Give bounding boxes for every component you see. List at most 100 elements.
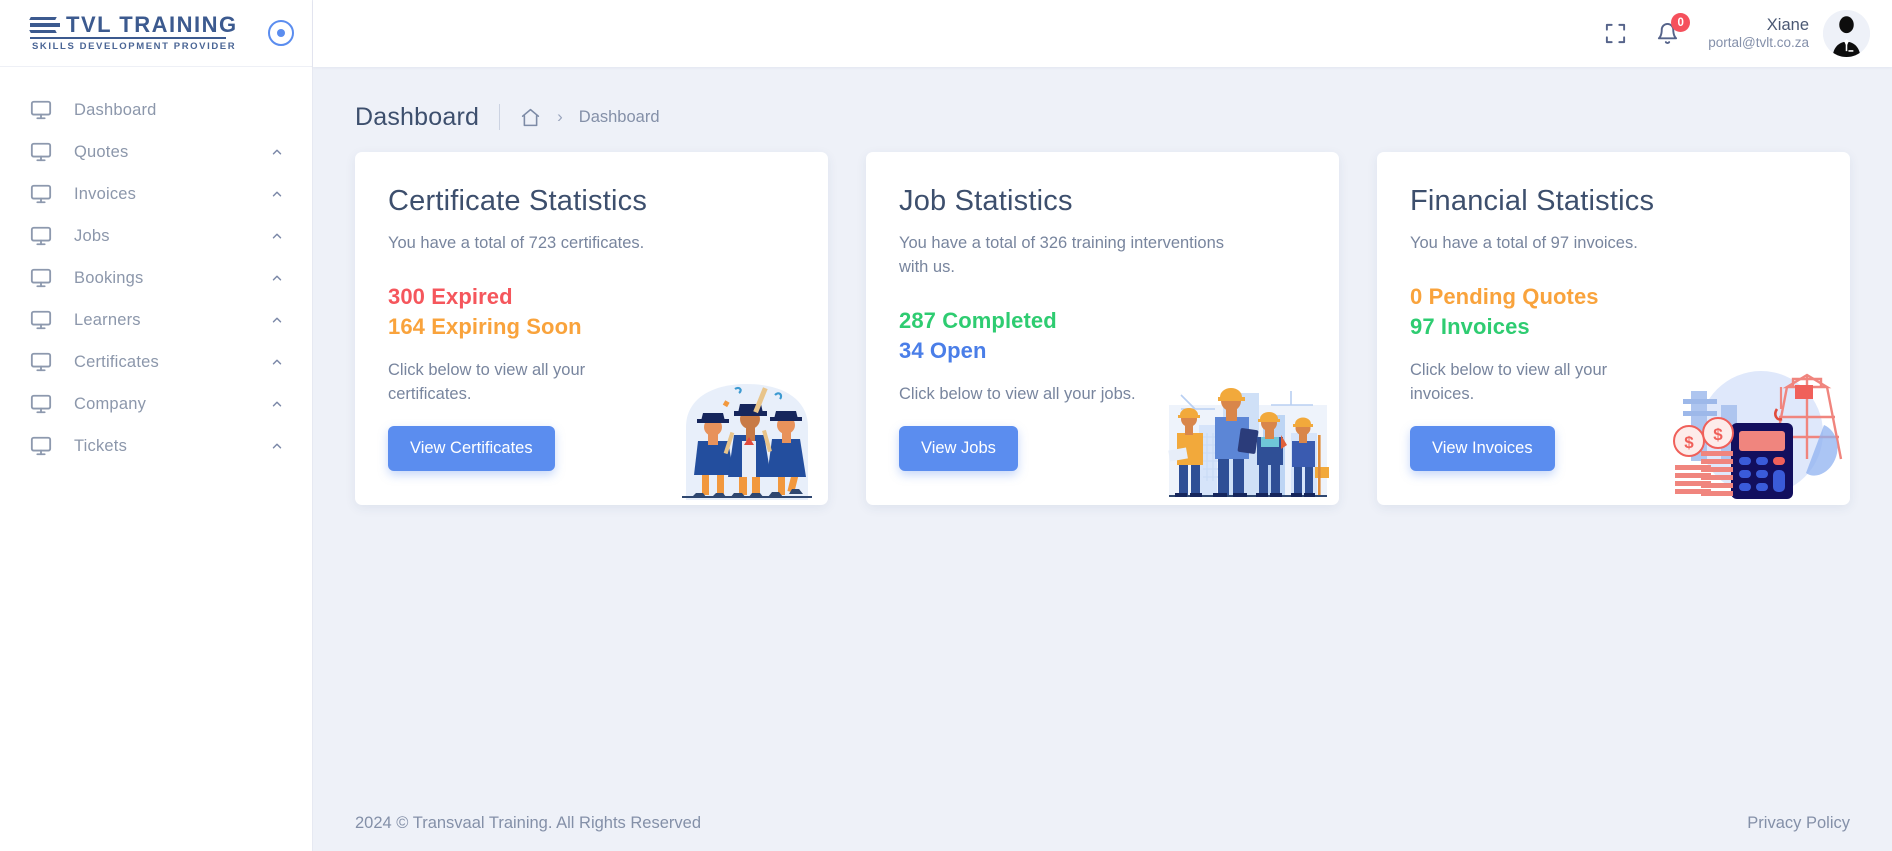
- chevron-up-icon[interactable]: [270, 229, 284, 243]
- privacy-policy-link[interactable]: Privacy Policy: [1747, 814, 1850, 833]
- sidebar-item-label: Dashboard: [74, 100, 157, 119]
- sidebar-item-bookings[interactable]: Bookings: [0, 257, 312, 299]
- svg-text:$: $: [1684, 433, 1694, 452]
- sidebar-item-dashboard[interactable]: Dashboard: [0, 89, 312, 131]
- card-job-statistics: Job Statistics You have a total of 326 t…: [866, 152, 1339, 506]
- user-name: Xiane: [1766, 15, 1809, 34]
- monitor-icon: [30, 393, 52, 415]
- monitor-icon: [30, 309, 52, 331]
- logo-mark-icon: [29, 15, 64, 35]
- stat-cards: Certificate Statistics You have a total …: [313, 141, 1892, 506]
- sidebar-item-quotes[interactable]: Quotes: [0, 131, 312, 173]
- card-hint: Click below to view all your jobs.: [899, 385, 1136, 404]
- sidebar-item-learners[interactable]: Learners: [0, 299, 312, 341]
- chevron-up-icon[interactable]: [270, 187, 284, 201]
- monitor-icon: [30, 351, 52, 373]
- card-hint: Click below to view all your invoices.: [1410, 361, 1608, 404]
- fullscreen-icon: [1604, 22, 1627, 45]
- sidebar-item-label: Company: [74, 394, 147, 413]
- card-title: Job Statistics: [899, 185, 1073, 217]
- monitor-icon: [30, 99, 52, 121]
- monitor-icon: [30, 141, 52, 163]
- logo-divider: [30, 37, 226, 40]
- view-certificates-button[interactable]: View Certificates: [388, 426, 555, 472]
- app-root: TVL TRAINING SKILLS DEVELOPMENT PROVIDER…: [0, 0, 1892, 851]
- sidebar-item-label: Jobs: [74, 226, 110, 245]
- breadcrumb-current: Dashboard: [578, 107, 660, 126]
- sidebar-item-label: Invoices: [74, 184, 137, 203]
- breadcrumb-separator: ›: [557, 107, 563, 126]
- monitor-icon: [30, 435, 52, 457]
- chevron-up-icon[interactable]: [270, 439, 284, 453]
- view-invoices-button[interactable]: View Invoices: [1410, 426, 1555, 472]
- sidebar-item-invoices[interactable]: Invoices: [0, 173, 312, 215]
- card-lead: You have a total of 326 training interve…: [899, 234, 1225, 276]
- stat-label: Invoices: [1440, 313, 1530, 339]
- stat-expired: 300 Expired: [388, 282, 828, 312]
- card-stats: 0 Pending Quotes 97 Invoices: [1410, 282, 1850, 341]
- stat-completed: 287 Completed: [899, 306, 1339, 336]
- logo-text: TVL TRAINING: [66, 12, 238, 38]
- stat-label: Open: [929, 337, 987, 363]
- user-email: portal@tvlt.co.za: [1708, 35, 1809, 51]
- card-financial-statistics: Financial Statistics You have a total of…: [1377, 152, 1850, 506]
- stat-label: Completed: [942, 307, 1057, 333]
- stat-value: 287: [899, 307, 937, 333]
- stat-value: 300: [388, 283, 426, 309]
- view-jobs-button[interactable]: View Jobs: [899, 426, 1018, 472]
- breadcrumb: Dashboard › Dashboard: [313, 67, 1892, 141]
- target-circle-icon[interactable]: [268, 20, 294, 46]
- card-stats: 300 Expired 164 Expiring Soon: [388, 282, 828, 341]
- fullscreen-button[interactable]: [1604, 22, 1627, 45]
- stat-value: 97: [1410, 313, 1435, 339]
- avatar[interactable]: [1823, 10, 1870, 57]
- card-certificate-statistics: Certificate Statistics You have a total …: [355, 152, 828, 506]
- user-info: Xiane portal@tvlt.co.za: [1708, 15, 1809, 53]
- stat-invoices: 97 Invoices: [1410, 312, 1850, 342]
- monitor-icon: [30, 267, 52, 289]
- sidebar-nav: Dashboard Quotes Invoices Jobs Bookings …: [0, 67, 312, 467]
- home-icon[interactable]: [520, 107, 541, 128]
- calculator-coins-illustration: $ $: [1669, 365, 1844, 505]
- sidebar-item-label: Learners: [74, 310, 141, 329]
- page-title: Dashboard: [355, 102, 480, 131]
- sidebar-item-label: Tickets: [74, 436, 128, 455]
- stat-expiring-soon: 164 Expiring Soon: [388, 312, 828, 342]
- chevron-up-icon[interactable]: [270, 145, 284, 159]
- sidebar-item-company[interactable]: Company: [0, 383, 312, 425]
- chevron-up-icon[interactable]: [270, 271, 284, 285]
- graduates-illustration: [672, 375, 822, 505]
- stat-pending-quotes: 0 Pending Quotes: [1410, 282, 1850, 312]
- stat-label: Expired: [431, 283, 513, 309]
- stat-label: Pending Quotes: [1428, 283, 1599, 309]
- brand-logo[interactable]: TVL TRAINING SKILLS DEVELOPMENT PROVIDER: [29, 12, 238, 53]
- sidebar-item-label: Bookings: [74, 268, 144, 287]
- sidebar: TVL TRAINING SKILLS DEVELOPMENT PROVIDER…: [0, 0, 313, 851]
- chevron-up-icon[interactable]: [270, 397, 284, 411]
- sidebar-item-jobs[interactable]: Jobs: [0, 215, 312, 257]
- notifications-button[interactable]: 0: [1653, 13, 1691, 48]
- stat-value: 34: [899, 337, 924, 363]
- svg-text:$: $: [1713, 425, 1723, 444]
- topbar: 0 Xiane portal@tvlt.co.za: [313, 0, 1892, 67]
- card-stats: 287 Completed 34 Open: [899, 306, 1339, 365]
- sidebar-item-certificates[interactable]: Certificates: [0, 341, 312, 383]
- page-content: Dashboard › Dashboard Certificate Statis…: [313, 67, 1892, 851]
- sidebar-item-label: Quotes: [74, 142, 129, 161]
- footer-copyright: 2024 © Transvaal Training. All Rights Re…: [355, 813, 702, 832]
- monitor-icon: [30, 225, 52, 247]
- sidebar-item-tickets[interactable]: Tickets: [0, 425, 312, 467]
- card-title: Financial Statistics: [1410, 185, 1655, 217]
- monitor-icon: [30, 183, 52, 205]
- user-menu[interactable]: Xiane portal@tvlt.co.za: [1708, 10, 1870, 57]
- chevron-up-icon[interactable]: [270, 313, 284, 327]
- stat-open: 34 Open: [899, 336, 1339, 366]
- sidebar-header: TVL TRAINING SKILLS DEVELOPMENT PROVIDER: [0, 0, 312, 67]
- stat-value: 0: [1410, 283, 1423, 309]
- sidebar-item-label: Certificates: [74, 352, 159, 371]
- chevron-up-icon[interactable]: [270, 355, 284, 369]
- logo-subtitle: SKILLS DEVELOPMENT PROVIDER: [32, 41, 237, 53]
- card-lead: You have a total of 723 certificates.: [388, 234, 645, 252]
- card-hint: Click below to view all your certificate…: [388, 361, 586, 404]
